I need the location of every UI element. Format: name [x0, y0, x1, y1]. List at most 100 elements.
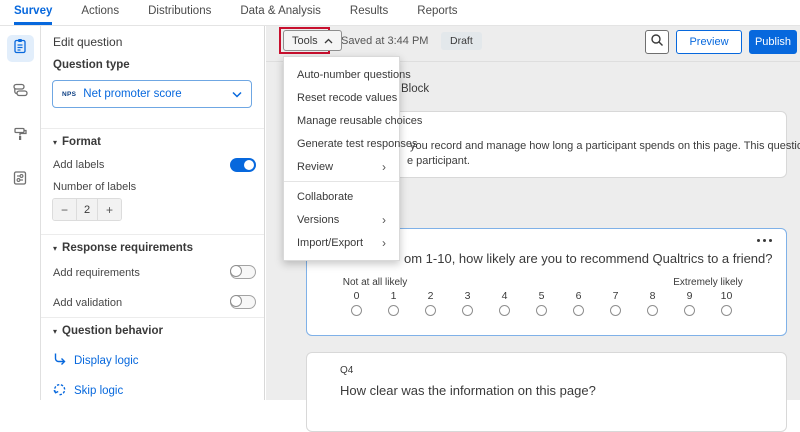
question-behavior-header-label: Question behavior: [62, 325, 163, 337]
question-type-select[interactable]: NPS Net promoter score: [52, 80, 252, 108]
scale-radio-0[interactable]: [351, 305, 362, 316]
tab-data-analysis[interactable]: Data & Analysis: [240, 0, 321, 25]
response-requirements-section-header[interactable]: ▾ Response requirements: [53, 242, 193, 254]
tab-reports[interactable]: Reports: [417, 0, 457, 25]
scale-number: 7: [597, 290, 634, 302]
search-icon: [650, 33, 664, 52]
skip-logic-label: Skip logic: [74, 385, 123, 397]
sidebar-item-survey-options[interactable]: [7, 167, 34, 194]
block-title: Block: [401, 83, 429, 95]
add-labels-toggle[interactable]: [230, 158, 256, 172]
timing-question-text-line2: e participant.: [407, 155, 470, 167]
left-icon-rail: [0, 26, 41, 400]
collapse-caret-icon: ▾: [53, 327, 57, 336]
add-validation-label: Add validation: [53, 297, 122, 309]
scale-radio-6[interactable]: [573, 305, 584, 316]
nps-question-text: om 1-10, how likely are you to recommend…: [404, 251, 773, 266]
tab-survey[interactable]: Survey: [14, 0, 52, 25]
tools-button[interactable]: Tools: [283, 30, 342, 51]
add-requirements-label: Add requirements: [53, 267, 140, 279]
scale-number: 3: [449, 290, 486, 302]
stepper-decrement-button[interactable]: −: [53, 199, 76, 220]
collapse-caret-icon: ▾: [53, 244, 57, 253]
menu-item-collaborate[interactable]: Collaborate: [284, 185, 399, 208]
scale-radio-9[interactable]: [684, 305, 695, 316]
scale-radio-5[interactable]: [536, 305, 547, 316]
scale-number: 5: [523, 290, 560, 302]
scale-radio-2[interactable]: [425, 305, 436, 316]
scale-radio-8[interactable]: [647, 305, 658, 316]
tools-dropdown-menu: Auto-number questions Reset recode value…: [283, 56, 400, 261]
publish-button[interactable]: Publish: [749, 30, 797, 54]
scale-radio-3[interactable]: [462, 305, 473, 316]
add-validation-toggle[interactable]: [230, 295, 256, 309]
skip-logic-icon: [53, 382, 67, 399]
draft-status-badge: Draft: [441, 32, 482, 50]
survey-builder-icon: [12, 38, 28, 59]
toggle-knob: [230, 295, 242, 307]
survey-canvas: Tools Saved at 3:44 PM Draft Preview Pub…: [266, 26, 800, 400]
submenu-chevron-icon: ›: [382, 236, 386, 250]
q4-question-card[interactable]: Q4 How clear was the information on this…: [306, 352, 787, 432]
sidebar-item-survey-flow[interactable]: [7, 79, 34, 106]
display-logic-icon: [53, 352, 67, 369]
tools-button-label: Tools: [292, 35, 318, 47]
display-logic-label: Display logic: [74, 355, 139, 367]
sidebar-item-survey-builder[interactable]: [7, 35, 34, 62]
survey-options-icon: [12, 170, 28, 191]
scale-number-row: 0 1 2 3 4 5 6 7 8 9 10: [338, 290, 745, 302]
scale-number: 10: [708, 290, 745, 302]
toggle-knob: [244, 160, 254, 170]
scale-radio-row: [338, 305, 745, 316]
menu-item-versions[interactable]: Versions›: [284, 208, 399, 231]
format-section-header[interactable]: ▾ Format: [53, 136, 101, 148]
format-header-label: Format: [62, 136, 101, 148]
divider: [41, 317, 264, 318]
saved-status-text: Saved at 3:44 PM: [341, 26, 428, 56]
chevron-down-icon: [232, 85, 242, 103]
preview-button[interactable]: Preview: [676, 30, 742, 54]
menu-item-generate-test-responses[interactable]: Generate test responses: [284, 132, 399, 155]
question-behavior-section-header[interactable]: ▾ Question behavior: [53, 325, 163, 337]
number-of-labels-label: Number of labels: [53, 181, 136, 193]
menu-item-manage-reusable-choices[interactable]: Manage reusable choices: [284, 109, 399, 132]
scale-radio-1[interactable]: [388, 305, 399, 316]
stepper-value: 2: [76, 199, 98, 220]
menu-item-import-export[interactable]: Import/Export›: [284, 231, 399, 254]
q4-question-text: How clear was the information on this pa…: [340, 383, 596, 398]
q4-question-id: Q4: [340, 365, 353, 376]
panel-title: Edit question: [53, 35, 122, 49]
scale-right-anchor-label: Extremely likely: [671, 277, 745, 288]
divider: [41, 234, 264, 235]
toggle-knob: [230, 265, 242, 277]
skip-logic-link[interactable]: Skip logic: [53, 382, 123, 399]
timing-question-text-line1: you record and manage how long a partici…: [410, 140, 800, 152]
submenu-chevron-icon: ›: [382, 213, 386, 227]
divider: [41, 128, 264, 129]
scale-radio-7[interactable]: [610, 305, 621, 316]
display-logic-link[interactable]: Display logic: [53, 352, 139, 369]
tab-distributions[interactable]: Distributions: [148, 0, 211, 25]
tab-results[interactable]: Results: [350, 0, 388, 25]
more-options-icon[interactable]: [757, 239, 772, 242]
question-type-label: Question type: [53, 59, 130, 71]
submenu-chevron-icon: ›: [382, 160, 386, 174]
stepper-increment-button[interactable]: +: [98, 199, 121, 220]
search-button[interactable]: [645, 30, 669, 54]
tab-actions[interactable]: Actions: [81, 0, 119, 25]
paint-roller-icon: [12, 126, 28, 147]
add-labels-label: Add labels: [53, 159, 104, 171]
scale-number: 8: [634, 290, 671, 302]
question-type-value: Net promoter score: [83, 88, 232, 100]
add-requirements-toggle[interactable]: [230, 265, 256, 279]
number-of-labels-stepper: − 2 +: [52, 198, 122, 221]
response-requirements-header-label: Response requirements: [62, 242, 193, 254]
menu-item-reset-recode-values[interactable]: Reset recode values: [284, 86, 399, 109]
scale-radio-10[interactable]: [721, 305, 732, 316]
scale-radio-4[interactable]: [499, 305, 510, 316]
menu-item-review[interactable]: Review›: [284, 155, 399, 178]
top-nav: Survey Actions Distributions Data & Anal…: [0, 0, 800, 26]
sidebar-item-look-and-feel[interactable]: [7, 123, 34, 150]
scale-left-anchor-label: Not at all likely: [338, 277, 412, 288]
menu-item-auto-number-questions[interactable]: Auto-number questions: [284, 63, 399, 86]
